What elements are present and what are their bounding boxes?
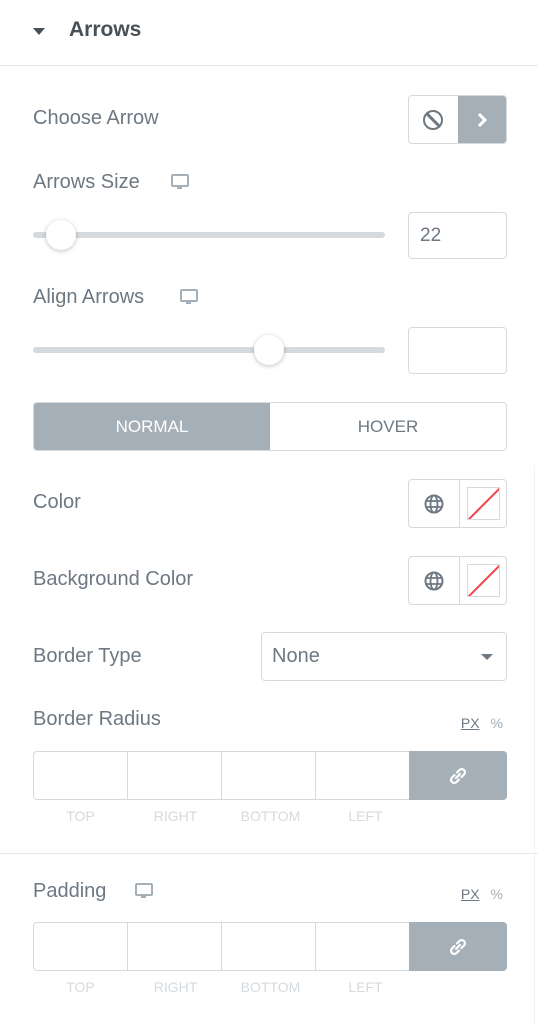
ban-icon [423, 109, 444, 130]
border-type-label: Border Type [33, 645, 142, 667]
left-label: LEFT [348, 979, 383, 995]
tab-normal[interactable]: NORMAL [34, 403, 270, 450]
desktop-icon[interactable] [134, 882, 154, 900]
color-control [408, 479, 507, 528]
bottom-label: BOTTOM [240, 979, 301, 995]
background-color-label: Background Color [33, 568, 194, 590]
link-icon [449, 767, 467, 784]
global-colors-button[interactable] [409, 480, 460, 527]
padding-field-labels: TOP RIGHT BOTTOM LEFT [33, 979, 413, 995]
slider-handle[interactable] [46, 220, 77, 250]
top-label: TOP [66, 808, 95, 824]
choose-arrow-label: Choose Arrow [33, 107, 159, 129]
background-color-swatch-button[interactable] [460, 557, 506, 604]
border-radius-dimensions [33, 751, 507, 800]
link-values-button[interactable] [409, 922, 507, 971]
border-radius-top-input[interactable] [33, 751, 128, 800]
align-arrows-input[interactable] [408, 327, 507, 374]
right-label: RIGHT [153, 808, 198, 824]
slider-handle[interactable] [253, 335, 284, 365]
border-radius-left-input[interactable] [315, 751, 410, 800]
border-type-select[interactable]: None [261, 632, 507, 681]
empty-color-swatch [466, 487, 500, 520]
state-tabs: NORMAL HOVER [33, 402, 507, 451]
arrows-size-label: Arrows Size [33, 171, 140, 193]
bottom-label: BOTTOM [240, 808, 301, 824]
link-values-button[interactable] [409, 751, 507, 800]
padding-bottom-input[interactable] [221, 922, 316, 971]
globe-icon [424, 571, 444, 590]
section-divider [0, 853, 538, 854]
unit-px[interactable]: PX [461, 715, 480, 731]
global-colors-button[interactable] [409, 557, 460, 604]
link-icon [449, 938, 467, 955]
border-radius-units: PX% [461, 715, 503, 731]
border-radius-bottom-input[interactable] [221, 751, 316, 800]
padding-right-input[interactable] [127, 922, 222, 971]
right-label: RIGHT [153, 979, 198, 995]
caret-down-icon [33, 28, 45, 35]
border-radius-field-labels: TOP RIGHT BOTTOM LEFT [33, 808, 413, 824]
arrows-size-slider[interactable] [33, 220, 385, 250]
arrow-option-chevron[interactable] [457, 96, 506, 143]
padding-left-input[interactable] [315, 922, 410, 971]
border-type-value: None [272, 645, 320, 667]
empty-color-swatch [466, 564, 500, 597]
border-radius-right-input[interactable] [127, 751, 222, 800]
color-swatch-button[interactable] [460, 480, 506, 527]
background-color-control [408, 556, 507, 605]
padding-units: PX% [461, 886, 503, 902]
unit-percent[interactable]: % [491, 715, 503, 731]
section-title: Arrows [69, 18, 142, 41]
unit-px[interactable]: PX [461, 886, 480, 902]
top-label: TOP [66, 979, 95, 995]
scrollbar-track[interactable] [534, 465, 535, 1024]
align-arrows-label: Align Arrows [33, 286, 145, 308]
caret-down-icon [481, 654, 493, 660]
globe-icon [424, 494, 444, 513]
desktop-icon[interactable] [170, 173, 190, 191]
choose-arrow-control [408, 95, 507, 144]
align-arrows-slider[interactable] [33, 335, 385, 365]
arrow-option-none[interactable] [409, 96, 458, 143]
tab-hover[interactable]: HOVER [270, 403, 506, 450]
desktop-icon[interactable] [179, 288, 199, 306]
padding-top-input[interactable] [33, 922, 128, 971]
unit-percent[interactable]: % [491, 886, 503, 902]
chevron-right-icon [472, 112, 487, 127]
left-label: LEFT [348, 808, 383, 824]
section-header-arrows[interactable]: Arrows [0, 0, 538, 66]
arrows-size-input[interactable]: 22 [408, 212, 507, 259]
padding-label: Padding [33, 880, 107, 902]
padding-dimensions [33, 922, 507, 971]
border-radius-label: Border Radius [33, 708, 161, 730]
color-label: Color [33, 491, 81, 513]
